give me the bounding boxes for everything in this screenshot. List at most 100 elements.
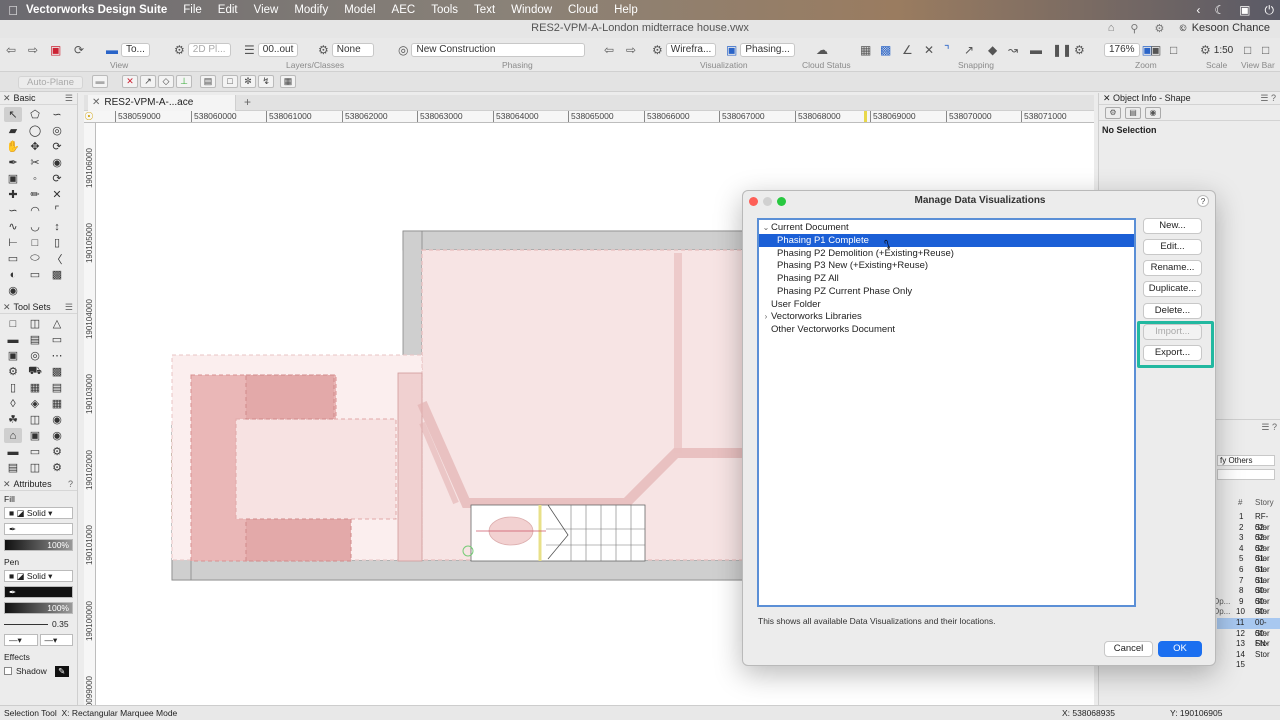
close-tab-icon[interactable]: ✕ [92,97,100,108]
screen-icon[interactable]: ▣ [1239,3,1250,17]
visualization-list-item[interactable]: Phasing PZ All [759,272,1134,285]
filter-select[interactable] [1217,469,1275,480]
close-icon[interactable]: ✕ [3,302,11,312]
eyedropper-tool-icon[interactable]: ✒ [4,155,22,170]
cancel-button[interactable]: Cancel [1104,641,1153,657]
fill-color[interactable]: ✒ [4,522,73,536]
text-tool-icon[interactable]: 〈 [48,251,66,266]
ok-button[interactable]: OK [1158,641,1202,657]
shadow-toggle[interactable]: Shadow ✎ [4,664,73,678]
visualization-list-item[interactable]: Phasing PZ Current Phase Only [759,285,1134,298]
attribute-tool-icon[interactable]: ◐ [4,267,22,282]
grid-icon[interactable]: ▦ [48,396,66,411]
zoom-field[interactable]: 176% ▣ [1104,42,1156,58]
story-name[interactable]: 01-Stor [1255,565,1280,585]
story-name[interactable]: 02-Stor [1255,533,1280,553]
spiral-tool-icon[interactable]: ◎ [48,123,66,138]
trim-tool-icon[interactable]: ✂ [26,155,44,170]
menu-edit[interactable]: Edit [218,4,238,16]
menu-icon[interactable]: ☰ ? [1260,93,1276,104]
render-select[interactable]: ⚙ Wirefra... [652,42,717,58]
app-menu[interactable]: Vectorworks Design Suite [26,4,167,16]
auto-plane-button[interactable]: Auto-Plane [18,76,84,89]
menu-aec[interactable]: AEC [392,4,416,16]
home-icon[interactable]: ⌂ [1108,22,1115,35]
visualization-list-item[interactable]: › Vectorworks Libraries [759,310,1134,323]
plane-select[interactable]: ⚙ 2D Pl... [174,42,231,58]
oval-tool-icon[interactable]: ⬭ [26,251,44,266]
tab-data-icon[interactable]: ▤ [1125,107,1141,119]
viewbar-icon[interactable]: □ [1244,42,1254,58]
origin-icon[interactable]: ☉ [84,110,94,123]
shadow-checkbox[interactable] [4,667,12,675]
story-name[interactable]: 00-Stor [1255,586,1280,606]
zoom-fit-icon[interactable]: ▣ [1150,42,1164,58]
wall-tool-icon[interactable]: ▰ [4,123,22,138]
rotate-tool-icon[interactable]: ⟳ [48,171,66,186]
door-icon[interactable]: ◫ [26,316,44,331]
slab-icon[interactable]: ▭ [48,332,66,347]
pencil-tool-icon[interactable]: ✏ [26,187,44,202]
story-name[interactable]: 00-Stor [1255,618,1280,638]
help-icon[interactable]: ? [1197,195,1209,207]
menu-icon[interactable]: ☰ [65,93,73,104]
clip-tool-icon[interactable]: ▣ [4,171,22,186]
visualization-list-item[interactable]: Other Vectorworks Document [759,323,1134,336]
fixture-icon[interactable]: ▭ [26,444,44,459]
pen-color[interactable]: ✒ [4,585,73,599]
plane-mode-button[interactable]: ▬ [92,75,108,88]
disclosure-down-icon[interactable]: ⌄ [761,221,771,234]
story-name[interactable]: FN-Stor [1255,639,1280,659]
tab-render-icon[interactable]: ◉ [1145,107,1161,119]
chair-icon[interactable]: ▩ [48,364,66,379]
menu-model[interactable]: Model [344,4,375,16]
snap-edge-icon[interactable]: ↝ [1008,42,1021,58]
add-tab-icon[interactable]: + [244,95,251,109]
corner-tool-icon[interactable]: ⌜ [48,203,66,218]
fill-opacity[interactable]: 100% [4,538,73,552]
plane-tool-icon[interactable]: ▭ [26,267,44,282]
fill-style-select[interactable]: ■ ◪ Solid ▾ [4,506,73,520]
snap-distance-icon[interactable]: ⌝ [944,42,953,58]
snap-intersect-icon[interactable]: ✕ [924,42,937,58]
camera-tool-icon[interactable]: ◉ [4,283,22,298]
mode-rect-marquee-icon[interactable]: ▤ [200,75,216,88]
shape-tool-icon[interactable]: ▯ [48,235,66,250]
eye-tool-icon[interactable]: ◉ [48,155,66,170]
snap-grid-icon[interactable]: ▦ [860,42,874,58]
document-tab[interactable]: ✕RES2-VPM-A-...ace house.vwx [88,95,236,123]
camera-icon[interactable]: ◉ [48,428,66,443]
class-select[interactable]: ⚙ None [318,42,374,58]
pen-opacity[interactable]: 100% [4,601,73,615]
help-icon[interactable]: ? [68,479,73,489]
roof-icon[interactable]: △ [48,316,66,331]
visualization-list[interactable]: ⌄ Current Document Phasing P1 Complete Phas… [757,218,1136,607]
selection-tool-icon[interactable]: ↖ [4,107,22,122]
pipe-icon[interactable]: ⚙ [4,364,22,379]
menu-tools[interactable]: Tools [431,4,458,16]
lighting-icon[interactable]: ◊ [4,396,22,411]
mode-reshape-icon[interactable]: ↗ [140,75,156,88]
menu-file[interactable]: File [183,4,202,16]
phase-next-icon[interactable]: ⇨ [626,42,639,58]
menu-help[interactable]: Help [614,4,638,16]
gear-tool-icon[interactable]: ⚙ [48,460,66,475]
visualization-list-item[interactable]: Phasing P3 New (+Existing+Reuse) [759,259,1134,272]
fillet-tool-icon[interactable]: ◡ [26,219,44,234]
flyover-icon[interactable]: ⟳ [74,42,87,58]
reshape-tool-icon[interactable]: ∽ [4,203,22,218]
snap-settings-icon[interactable]: ⚙ [1074,42,1088,58]
space-icon[interactable]: ◫ [26,412,44,427]
flyover-tool-icon[interactable]: ⟳ [48,139,66,154]
menu-window[interactable]: Window [511,4,552,16]
menu-icon[interactable]: ☰ ? [1261,422,1277,433]
viewbar-more-icon[interactable]: □ [1262,42,1272,58]
freehand-tool-icon[interactable]: ∽ [48,107,66,122]
menu-text[interactable]: Text [474,4,495,16]
move-tool-icon[interactable]: ✥ [26,139,44,154]
mode-vertex-icon[interactable]: ◇ [158,75,174,88]
story-name[interactable]: 00-Stor [1255,607,1280,627]
save-view-icon[interactable]: ▣ [50,42,64,58]
menu-cloud[interactable]: Cloud [568,4,598,16]
story-name[interactable]: 02-Stor [1255,544,1280,564]
